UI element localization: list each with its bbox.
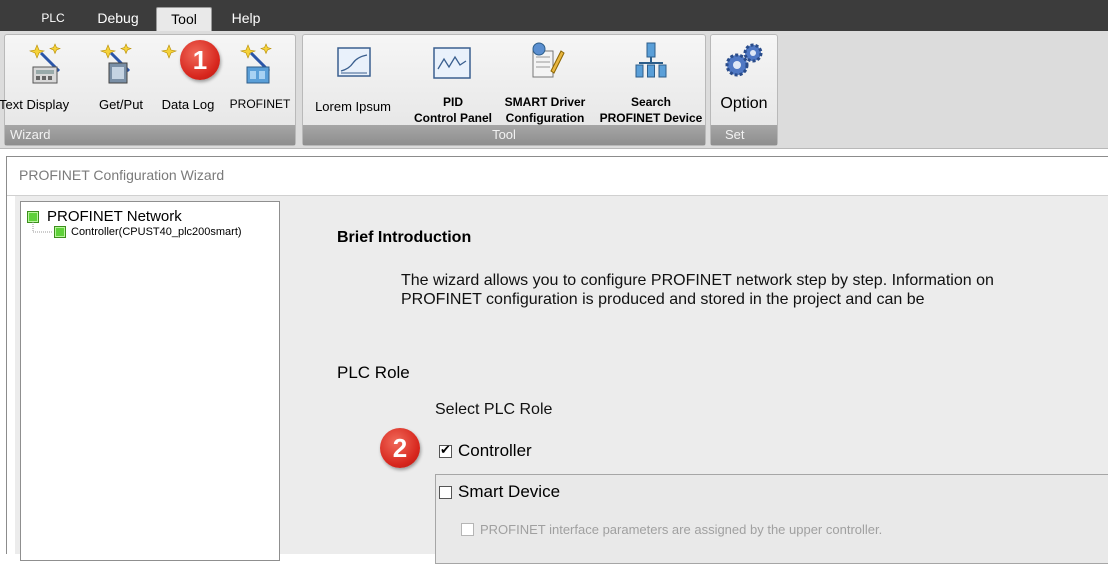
pid-control-panel-button[interactable]: PID Control Panel	[407, 37, 499, 125]
tree-connector	[32, 222, 52, 233]
ribbon-group-wizard: Text Display Get/Put Data Log PROFINET W…	[0, 34, 296, 146]
ribbon: Text Display Get/Put Data Log PROFINET W…	[0, 31, 1108, 149]
callout-marker-1: 1	[180, 40, 220, 80]
pid-panel-icon	[433, 47, 471, 79]
tool-group-footer: Tool	[303, 125, 705, 145]
network-tree: PROFINET Network Controller(CPUST40_plc2…	[20, 201, 280, 561]
upper-controller-checkbox: PROFINET interface parameters are assign…	[461, 522, 882, 537]
get-put-icon	[99, 43, 132, 84]
ribbon-group-set: Option Set	[710, 34, 778, 146]
tree-node-controller[interactable]: Controller(CPUST40_plc200smart)	[54, 226, 242, 238]
menu-tab-plc[interactable]: PLC	[30, 7, 76, 31]
checkbox-box[interactable]	[439, 485, 452, 499]
controller-node-icon	[54, 226, 66, 238]
checkbox-box	[461, 523, 474, 536]
controller-label: Controller	[458, 441, 532, 460]
intro-text-line-2: PROFINET configuration is produced and s…	[401, 291, 925, 308]
menu-tab-debug[interactable]: Debug	[88, 7, 148, 31]
menu-bar: PLC Debug Tool Help	[0, 0, 1108, 31]
plc-role-heading: PLC Role	[337, 363, 410, 382]
get-put-button[interactable]: Get/Put	[93, 37, 149, 125]
smart-driver-icon	[532, 42, 565, 78]
callout-marker-2: 2	[380, 428, 420, 468]
select-plc-role-label: Select PLC Role	[435, 401, 553, 418]
wizard-body: PROFINET Network Controller(CPUST40_plc2…	[15, 196, 1108, 564]
checkbox-box[interactable]	[439, 442, 452, 458]
controller-checkbox[interactable]: Controller	[439, 441, 532, 461]
upper-controller-label: PROFINET interface parameters are assign…	[480, 522, 883, 537]
intro-text-line-1: The wizard allows you to configure PROFI…	[401, 272, 994, 289]
profinet-button[interactable]: PROFINET	[227, 37, 293, 125]
text-display-icon	[29, 43, 61, 84]
profinet-icon	[239, 43, 272, 84]
wizard-group-footer: Wizard	[5, 125, 295, 145]
smart-driver-configuration-button[interactable]: SMART Driver Configuration	[495, 37, 595, 125]
wizard-content: Brief Introduction The wizard allows you…	[311, 196, 1108, 564]
network-tree-icon	[635, 42, 667, 78]
tree-node-label: PROFINET Network	[47, 208, 182, 225]
ribbon-group-tool: Lorem Ipsum PID Control Panel SMART Driv…	[302, 34, 706, 146]
smart-device-label: Smart Device	[458, 482, 561, 501]
network-node-icon	[27, 210, 39, 223]
wizard-title: PROFINET Configuration Wizard	[19, 167, 225, 183]
smart-device-checkbox[interactable]: Smart Device	[439, 482, 560, 502]
tree-node-label: Controller(CPUST40_plc200smart)	[71, 226, 242, 238]
text-display-button[interactable]: Text Display	[0, 37, 97, 125]
search-profinet-device-button[interactable]: Search PROFINET Device	[597, 37, 705, 125]
chart-window-icon	[337, 47, 371, 77]
lorem-ipsum-button[interactable]: Lorem Ipsum	[309, 37, 397, 125]
set-group-footer: Set	[711, 125, 777, 145]
gears-icon	[725, 43, 763, 77]
option-button[interactable]: Option	[711, 37, 777, 125]
menu-tab-tool[interactable]: Tool	[156, 7, 212, 31]
brief-introduction-heading: Brief Introduction	[337, 229, 472, 246]
profinet-wizard-window: PROFINET Configuration Wizard PROFINET N…	[6, 156, 1108, 564]
menu-tab-help[interactable]: Help	[220, 7, 272, 31]
